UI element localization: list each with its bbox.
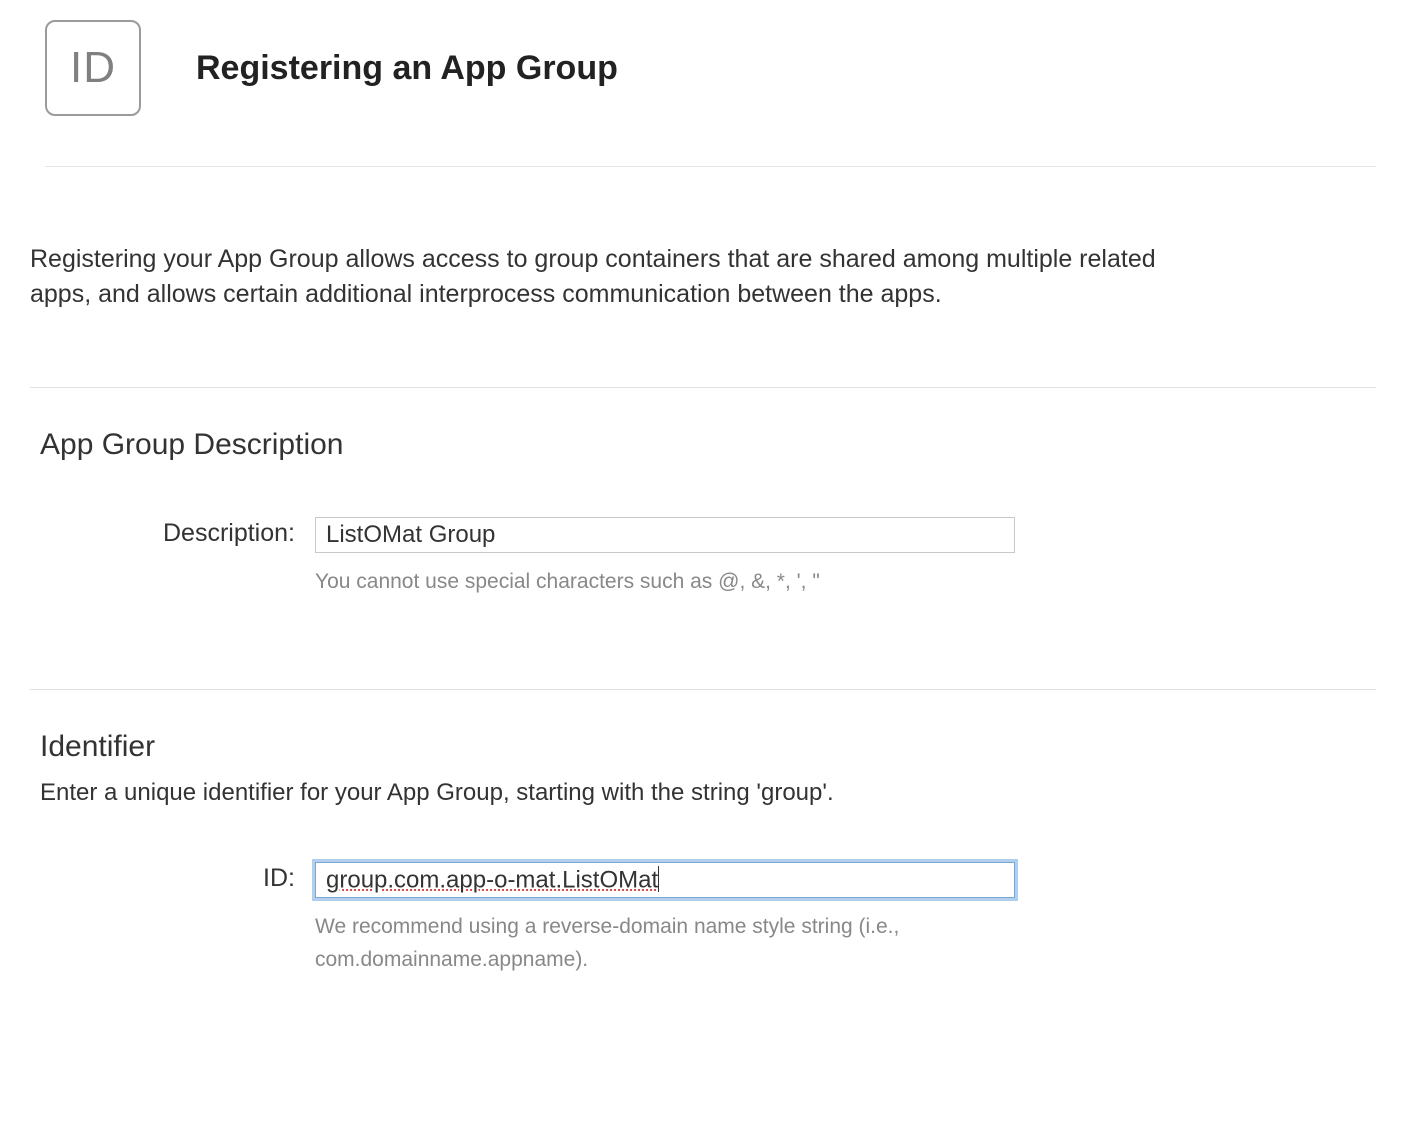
identifier-label: ID: [40, 862, 315, 893]
identifier-input-wrap: group.com.app-o-mat.ListOMat We recommen… [315, 862, 1015, 977]
description-input-wrap: You cannot use special characters such a… [315, 517, 1015, 599]
description-label: Description: [40, 517, 315, 548]
page-header: ID Registering an App Group [45, 20, 1376, 167]
description-section: App Group Description Description: You c… [30, 388, 1376, 689]
identifier-section: Identifier Enter a unique identifier for… [30, 690, 1376, 1017]
id-icon: ID [45, 20, 141, 116]
page-title: Registering an App Group [196, 49, 618, 88]
description-hint: You cannot use special characters such a… [315, 565, 955, 599]
description-input[interactable] [315, 517, 1015, 553]
intro-description: Registering your App Group allows access… [30, 242, 1160, 312]
identifier-input[interactable]: group.com.app-o-mat.ListOMat [315, 862, 1015, 898]
identifier-section-subtitle: Enter a unique identifier for your App G… [40, 779, 1376, 807]
identifier-hint: We recommend using a reverse-domain name… [315, 910, 955, 977]
description-form-row: Description: You cannot use special char… [40, 517, 1376, 599]
description-section-title: App Group Description [40, 428, 1376, 462]
identifier-section-title: Identifier [40, 730, 1376, 764]
id-icon-text: ID [70, 43, 116, 93]
identifier-form-row: ID: group.com.app-o-mat.ListOMat We reco… [40, 862, 1376, 977]
